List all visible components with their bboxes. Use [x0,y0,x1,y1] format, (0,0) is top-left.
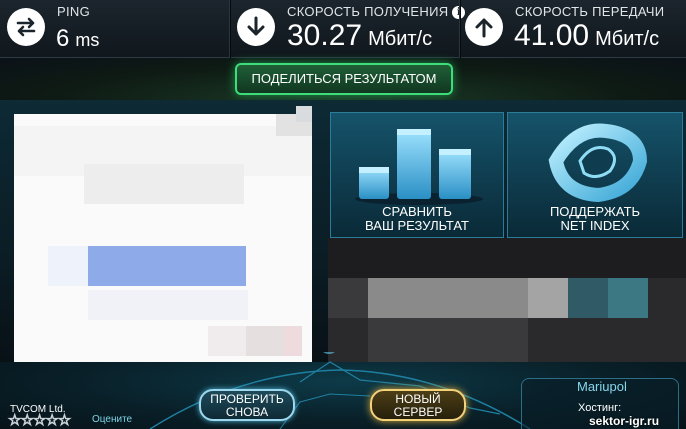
download-label: СКОРОСТЬ ПОЛУЧЕНИЯi [287,4,466,19]
bar-graph-icon [355,129,483,205]
download-value: 30.27 Мбит/с [287,19,432,53]
download-unit: Мбит/с [368,28,433,50]
compare-label-line1: СРАВНИТЬ [382,204,452,219]
ping-exchange-icon [7,8,45,46]
support-net-index-panel[interactable]: ПОДДЕРЖАТЬ NET INDEX [507,112,683,238]
test-again-line2: СНОВА [225,405,269,419]
host-label: Хостинг: [578,402,622,414]
upload-stat: СКОРОСТЬ ПЕРЕДАЧИ 41.00 Мбит/с [461,0,686,58]
new-server-line2: СЕРВЕР [393,405,443,419]
support-label-line1: ПОДДЕРЖАТЬ [549,204,641,219]
test-again-button[interactable]: ПРОВЕРИТЬ СНОВА [199,389,295,421]
compare-label: СРАВНИТЬ ВАШ РЕЗУЛЬТАТ [331,205,503,233]
support-label-line2: NET INDEX [560,218,630,233]
download-number: 30.27 [287,19,363,52]
share-result-button[interactable]: ПОДЕЛИТЬСЯ РЕЗУЛЬТАТОМ [235,63,453,95]
net-index-logo-icon [548,123,648,203]
rating-stars[interactable]: ☆☆☆☆☆ [7,411,71,429]
ping-stat: PING 6 ms [0,0,230,58]
stats-bar: PING 6ms СКОРОСТЬ ПОЛУЧЕНИЯi 30.27Мбит/с… [0,0,686,58]
watermark: sektor-igr.ru [589,414,660,428]
download-stat: СКОРОСТЬ ПОЛУЧЕНИЯi 30.27Мбит/с [231,0,466,58]
ping-number: 6 [56,25,70,52]
ping-value: 6 ms [56,25,99,53]
compare-result-panel[interactable]: СРАВНИТЬ ВАШ РЕЗУЛЬТАТ [330,112,504,238]
upload-unit: Мбит/с [595,28,660,50]
ping-unit: ms [75,30,100,50]
blurred-dark-area [328,238,686,362]
download-label-text: СКОРОСТЬ ПОЛУЧЕНИЯ [287,4,449,19]
down-arrow-icon [237,8,275,46]
up-arrow-icon [465,8,503,46]
rate-label[interactable]: Оцените [92,414,132,425]
blurred-ad-area [14,106,312,364]
ping-label: PING [57,4,90,19]
server-city: Mariupol [577,379,627,394]
upload-label: СКОРОСТЬ ПЕРЕДАЧИ [515,4,665,19]
upload-value: 41.00 Мбит/с [514,19,659,53]
upload-number: 41.00 [514,19,590,52]
compare-label-line2: ВАШ РЕЗУЛЬТАТ [365,218,469,233]
new-server-button[interactable]: НОВЫЙ СЕРВЕР [370,389,466,421]
support-label: ПОДДЕРЖАТЬ NET INDEX [508,205,682,233]
